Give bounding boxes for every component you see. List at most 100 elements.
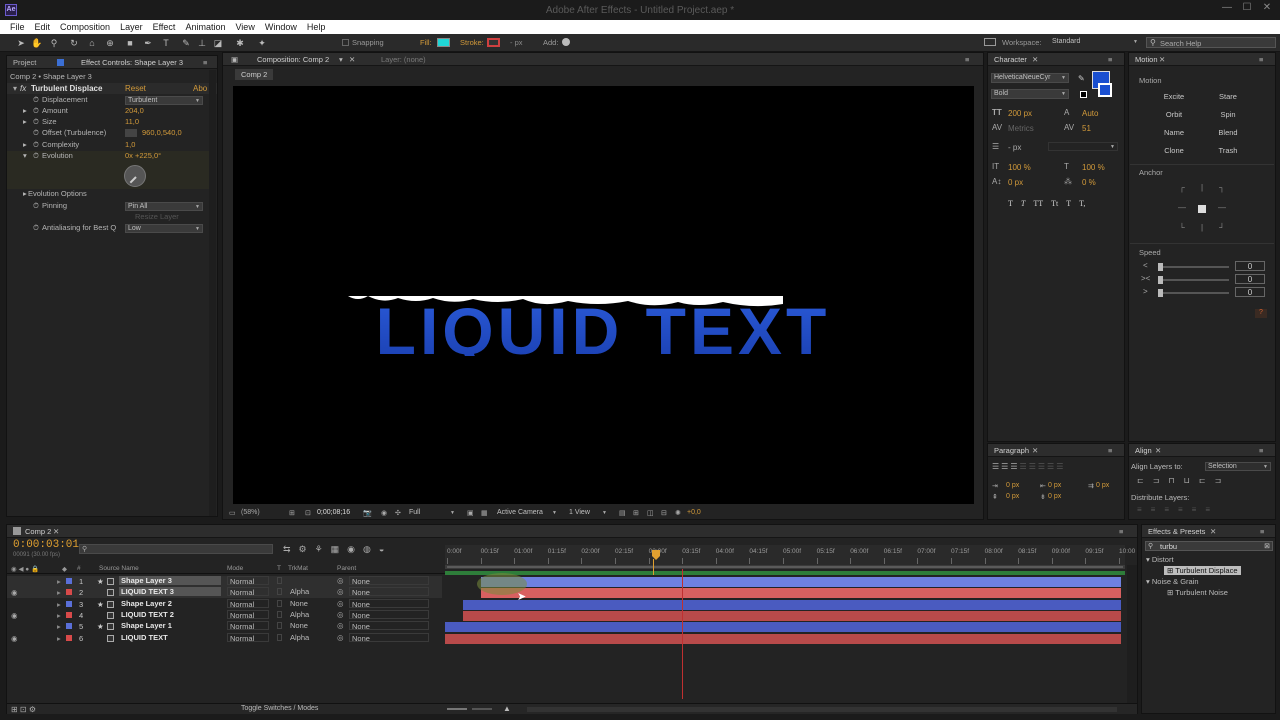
tab-effects-presets[interactable]: Effects & Presets [1148, 527, 1205, 536]
justify-icons[interactable]: ☰☰☰☰☰ [1020, 462, 1066, 471]
layer-name[interactable]: LIQUID TEXT [119, 633, 170, 642]
visibility-eye-icon[interactable]: ◉ [11, 611, 18, 620]
timeline-hscroll[interactable] [527, 707, 1117, 712]
exposure-icon[interactable]: ✺ [675, 509, 681, 517]
mask-icon[interactable]: ⊡ [305, 509, 311, 517]
panel-menu-icon[interactable]: ≡ [1260, 527, 1264, 536]
parent-dropdown[interactable]: None [349, 598, 429, 609]
pan-behind-tool-icon[interactable]: ⊕ [104, 37, 116, 49]
channel-icon[interactable]: ✣ [395, 509, 401, 517]
vertical-scale-value[interactable]: 100 % [1008, 163, 1031, 172]
about-link[interactable]: Abo [193, 84, 207, 93]
close-button[interactable]: ✕ [1258, 2, 1276, 16]
menu-animation[interactable]: Animation [185, 20, 225, 32]
stroke-width-value[interactable]: - px [1008, 143, 1021, 152]
blend-mode-dropdown[interactable]: Normal [227, 632, 269, 643]
speed-value[interactable]: 0 [1235, 274, 1265, 284]
close-tab-icon[interactable]: ✕ [1032, 446, 1038, 455]
clone-button[interactable]: Clone [1149, 144, 1199, 158]
visibility-eye-icon[interactable]: ◉ [11, 588, 18, 597]
name-button[interactable]: Name [1149, 126, 1199, 140]
tab-layer[interactable]: Layer: (none) [381, 55, 426, 64]
speed-value[interactable]: 0 [1235, 261, 1265, 271]
add-button[interactable] [562, 38, 570, 46]
trkmat-dropdown[interactable]: Alpha [288, 587, 328, 596]
rectangle-tool-icon[interactable]: ■ [124, 37, 136, 49]
work-area-bar[interactable] [445, 565, 1125, 569]
kerning-value[interactable]: Metrics [1008, 124, 1034, 133]
leading-value[interactable]: Auto [1082, 109, 1098, 118]
label-color-swatch[interactable] [66, 578, 72, 584]
zoom-tool-icon[interactable]: ⚲ [48, 37, 60, 49]
displacement-dropdown[interactable]: Turbulent [125, 96, 203, 105]
toggle-switches-modes[interactable]: Toggle Switches / Modes [241, 705, 318, 712]
size-value[interactable]: 11,0 [125, 117, 139, 126]
distribute-layer-buttons[interactable]: ≡≡≡≡≡≡ [1137, 505, 1219, 514]
panel-menu-icon[interactable]: ≡ [203, 58, 207, 67]
menu-help[interactable]: Help [307, 20, 326, 32]
resize-layer-label[interactable]: Resize Layer [135, 212, 179, 221]
layer-name[interactable]: Shape Layer 3 [119, 576, 221, 585]
offset-value[interactable]: 960,0,540,0 [142, 128, 182, 137]
close-tab-icon[interactable]: ✕ [349, 55, 355, 64]
speed-slider[interactable] [1158, 289, 1229, 297]
timeline-icon[interactable]: ◫ [647, 509, 654, 517]
region-icon[interactable]: ▣ [467, 509, 474, 517]
label-color-swatch[interactable] [66, 611, 72, 618]
view-layout-dropdown[interactable]: 1 View [567, 509, 609, 518]
tree-folder-noise-grain[interactable]: ▾ Noise & Grain [1146, 577, 1199, 586]
camera-dropdown[interactable]: Active Camera [495, 509, 559, 518]
expand-arrow-icon[interactable]: ▸ [57, 600, 61, 609]
minimize-button[interactable]: — [1218, 2, 1236, 16]
dropdown-arrow-icon[interactable]: ▾ [339, 55, 343, 64]
composition-viewer[interactable]: LIQUID TEXT [233, 86, 974, 504]
tree-folder-distort[interactable]: ▾ Distort [1146, 555, 1174, 564]
help-button[interactable]: ? [1255, 309, 1267, 318]
pickwhip-icon[interactable]: ◎ [337, 633, 344, 642]
preserve-transparency-checkbox[interactable] [277, 610, 282, 618]
baseline-shift-value[interactable]: 0 px [1008, 178, 1023, 187]
speed-slider[interactable] [1158, 263, 1229, 271]
tab-paragraph[interactable]: Paragraph [994, 446, 1029, 455]
blend-mode-dropdown[interactable]: Normal [227, 587, 269, 597]
rotate-tool-icon[interactable]: ↻ [68, 37, 80, 49]
stroke-width-value[interactable]: - px [510, 38, 523, 47]
trkmat-dropdown[interactable]: Alpha [288, 610, 328, 619]
workspace-dropdown[interactable]: Standard [1050, 38, 1140, 47]
zoom-out-icon[interactable] [447, 708, 467, 710]
fx-icon[interactable]: fx [20, 84, 26, 93]
zoom-in-icon[interactable]: ▲ [503, 704, 511, 713]
layer-row[interactable]: ▸ 5 ★ Shape Layer 1 Normal None ◎ None [7, 621, 442, 632]
orbit-button[interactable]: Orbit [1149, 108, 1199, 122]
layer-row[interactable]: ◉ ▸ 4 LIQUID TEXT 2 Normal Alpha ◎ None [7, 609, 442, 621]
visibility-eye-icon[interactable]: ◉ [11, 634, 18, 643]
label-color-swatch[interactable] [66, 600, 72, 607]
stare-button[interactable]: Stare [1203, 90, 1253, 104]
exposure-value[interactable]: +0,0 [687, 509, 701, 516]
parent-dropdown[interactable]: None [349, 587, 429, 597]
first-line-value[interactable]: 0 px [1096, 482, 1109, 489]
layer-name[interactable]: Shape Layer 1 [119, 621, 174, 630]
panel-menu-icon[interactable]: ≡ [1119, 527, 1123, 536]
tsume-value[interactable]: 0 % [1082, 178, 1096, 187]
flowchart-icon[interactable]: ⊟ [661, 509, 667, 517]
evolution-dial[interactable] [124, 165, 146, 187]
expand-arrow-icon[interactable]: ▸ [23, 106, 27, 115]
reset-link[interactable]: Reset [125, 84, 146, 93]
panel-menu-icon[interactable]: ≡ [1108, 55, 1112, 64]
timeline-search-input[interactable]: ⚲ [79, 544, 273, 554]
parent-dropdown[interactable]: None [349, 576, 429, 586]
expand-arrow-icon[interactable]: ▸ [57, 611, 61, 620]
fast-preview-icon[interactable]: ⊞ [633, 509, 639, 517]
layer-name[interactable]: Shape Layer 2 [119, 599, 174, 608]
horizontal-scale-value[interactable]: 100 % [1082, 163, 1105, 172]
expand-arrow-icon[interactable]: ▸ [23, 189, 27, 198]
expand-arrow-icon[interactable]: ▸ [23, 117, 27, 126]
anchor-bottom-left[interactable]: └ [1175, 223, 1189, 237]
pickwhip-icon[interactable]: ◎ [337, 587, 344, 596]
stroke-color-swatch[interactable] [1098, 83, 1112, 97]
layer-duration-bar[interactable] [481, 577, 1121, 587]
comp-subtab[interactable]: Comp 2 [235, 69, 274, 80]
stopwatch-icon[interactable]: ⏱ [33, 140, 39, 150]
layer-duration-bar[interactable] [463, 610, 1121, 621]
